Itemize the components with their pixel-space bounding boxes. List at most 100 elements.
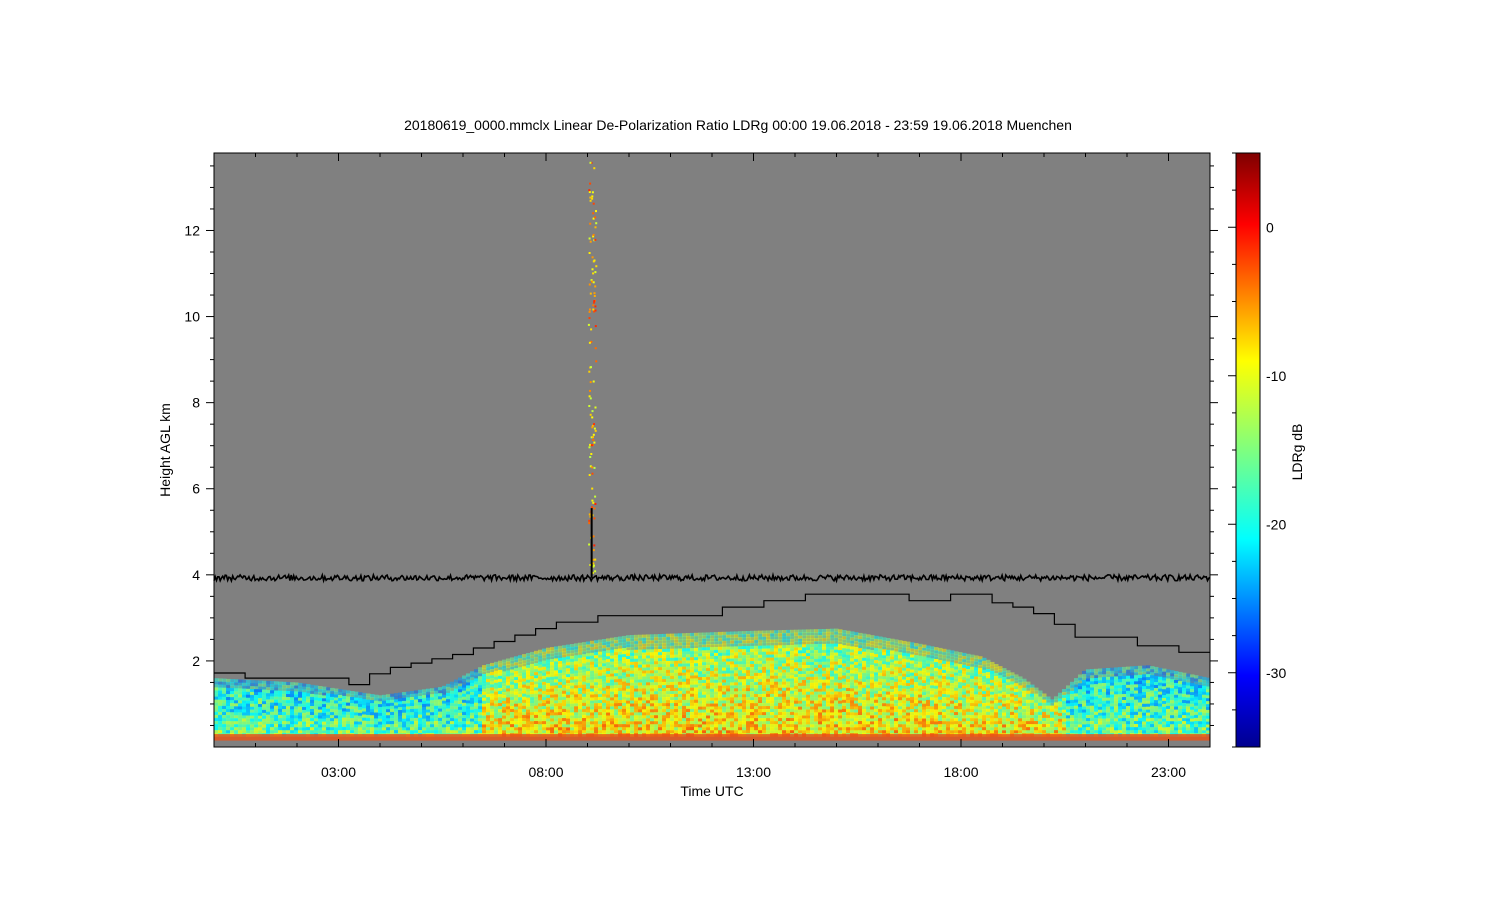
echo-cell xyxy=(674,700,679,704)
echo-cell xyxy=(558,694,563,698)
echo-cell xyxy=(734,724,739,728)
echo-cell xyxy=(510,690,515,695)
echo-cell xyxy=(646,661,651,665)
echo-cell xyxy=(398,727,403,731)
echo-cell xyxy=(898,661,903,665)
echo-cell xyxy=(834,727,839,731)
echo-cell xyxy=(598,709,603,713)
echo-cell xyxy=(682,727,687,731)
echo-cell xyxy=(778,651,783,655)
echo-cell xyxy=(262,698,267,702)
echo-cell xyxy=(298,697,303,702)
echo-cell xyxy=(238,694,243,698)
echo-cell xyxy=(730,709,735,713)
echo-cell xyxy=(678,669,683,674)
echo-cell xyxy=(626,697,631,702)
echo-cell xyxy=(218,708,223,713)
echo-cell xyxy=(734,643,739,647)
echo-cell xyxy=(918,721,923,725)
echo-cell xyxy=(330,703,335,707)
echo-cell xyxy=(422,689,427,693)
echo-cell xyxy=(422,715,427,720)
echo-cell xyxy=(682,730,687,734)
echo-cell xyxy=(898,694,903,698)
echo-cell xyxy=(762,715,767,719)
echo-cell xyxy=(950,659,955,663)
echo-cell xyxy=(678,699,683,704)
echo-cell xyxy=(650,649,655,653)
echo-cell xyxy=(222,721,227,725)
echo-cell xyxy=(510,660,515,664)
echo-cell xyxy=(598,727,603,731)
echo-cell xyxy=(850,655,855,659)
echo-cell xyxy=(322,727,327,731)
echo-cell xyxy=(774,699,779,704)
echo-cell xyxy=(594,673,599,677)
echo-cell xyxy=(630,643,635,648)
echo-cell xyxy=(690,678,695,682)
echo-cell xyxy=(362,720,367,725)
echo-cell xyxy=(458,712,463,717)
echo-cell xyxy=(698,650,703,654)
echo-cell xyxy=(606,700,611,705)
echo-cell xyxy=(734,673,739,677)
echo-cell xyxy=(834,688,839,692)
echo-cell xyxy=(946,724,951,728)
echo-cell xyxy=(730,637,735,641)
echo-cell xyxy=(482,697,487,702)
echo-cell xyxy=(346,699,351,704)
echo-cell xyxy=(378,698,383,702)
echo-cell xyxy=(462,678,467,682)
echo-cell xyxy=(470,706,475,711)
echo-cell xyxy=(578,703,583,707)
echo-cell xyxy=(666,666,671,671)
echo-cell xyxy=(226,697,231,701)
echo-cell xyxy=(794,656,799,660)
echo-cell xyxy=(658,646,663,650)
echo-cell xyxy=(842,678,847,683)
echo-cell xyxy=(342,702,347,706)
echo-cell xyxy=(514,662,519,666)
echo-cell xyxy=(562,730,567,734)
echo-cell xyxy=(834,721,839,725)
echo-cell xyxy=(954,672,959,676)
echo-cell xyxy=(470,712,475,717)
echo-cell xyxy=(318,709,323,714)
echo-cell xyxy=(906,715,911,719)
echo-cell xyxy=(618,651,623,656)
echo-cell xyxy=(790,675,795,679)
echo-cell xyxy=(710,664,715,669)
echo-cell xyxy=(786,678,791,682)
echo-cell xyxy=(862,718,867,722)
echo-cell xyxy=(670,691,675,695)
echo-cell xyxy=(722,652,727,657)
echo-cell xyxy=(886,715,891,719)
echo-cell xyxy=(434,727,439,731)
echo-cell xyxy=(694,638,699,643)
echo-cell xyxy=(462,687,467,692)
echo-cell xyxy=(718,712,723,716)
echo-cell xyxy=(730,691,735,695)
echo-cell xyxy=(770,663,775,668)
echo-cell xyxy=(790,684,795,688)
echo-cell xyxy=(922,644,927,649)
echo-cell xyxy=(850,688,855,692)
echo-cell xyxy=(526,724,531,728)
echo-cell xyxy=(782,672,787,676)
echo-cell xyxy=(722,655,727,660)
echo-cell xyxy=(826,649,831,654)
echo-cell xyxy=(782,687,787,692)
echo-cell xyxy=(562,712,567,716)
echo-cell xyxy=(426,718,431,722)
echo-cell xyxy=(830,709,835,713)
echo-cell xyxy=(714,727,719,731)
echo-cell xyxy=(822,667,827,672)
echo-cell xyxy=(502,686,507,690)
echo-cell xyxy=(566,724,571,728)
echo-cell xyxy=(482,700,487,705)
echo-cell xyxy=(554,700,559,704)
echo-cell xyxy=(734,685,739,689)
echo-cell xyxy=(822,721,827,725)
echo-cell xyxy=(526,709,531,713)
echo-cell xyxy=(402,695,407,699)
